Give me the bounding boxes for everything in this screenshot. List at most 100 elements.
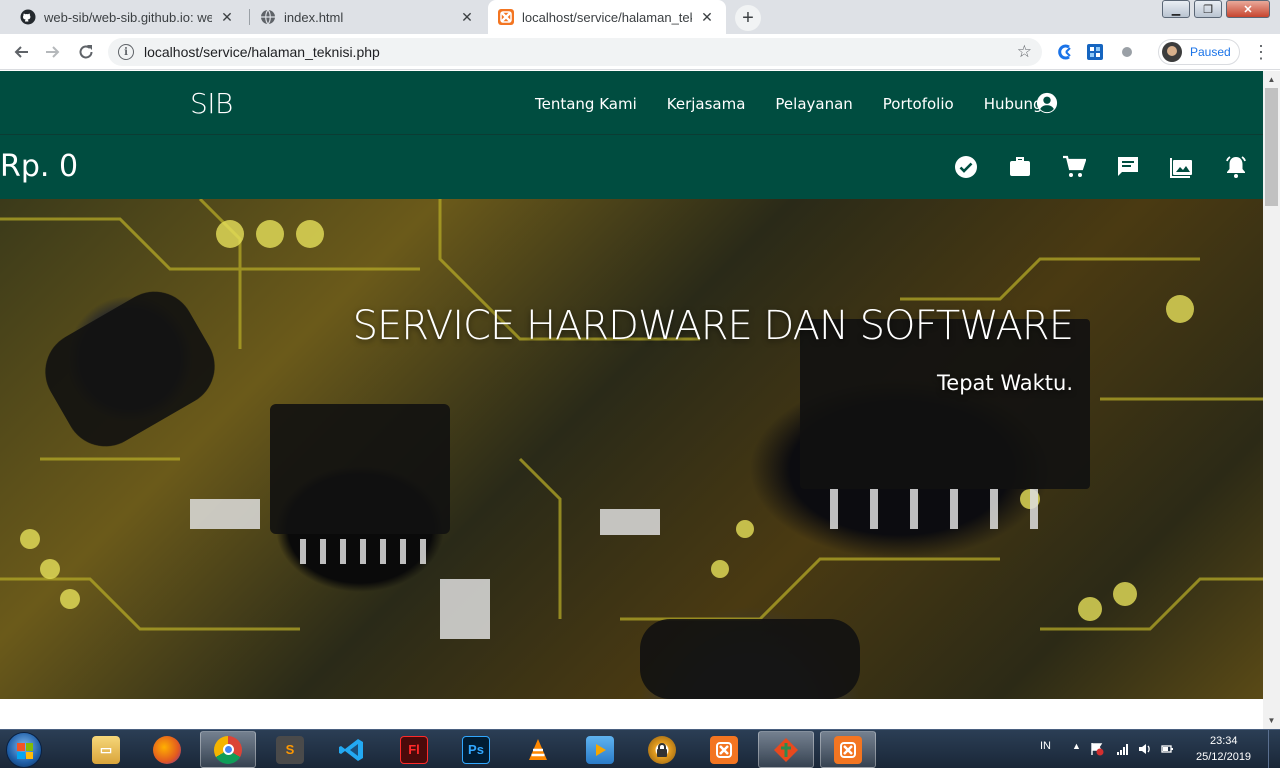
check-circle-icon[interactable] <box>954 155 978 179</box>
github-icon <box>20 9 36 25</box>
browser-tab-active[interactable]: localhost/service/halaman_teknis ✕ <box>488 0 726 34</box>
briefcase-icon[interactable] <box>1008 155 1032 179</box>
clock-time[interactable]: 23:34 <box>1210 735 1238 747</box>
bookmark-star-icon[interactable]: ☆ <box>1017 42 1032 62</box>
browser-tab-github[interactable]: web-sib/web-sib.github.io: websi ✕ <box>10 0 246 34</box>
show-desktop-button[interactable] <box>1268 730 1280 768</box>
chrome-icon <box>214 735 242 764</box>
account-circle-icon[interactable] <box>1036 92 1058 114</box>
scroll-down-arrow-icon[interactable]: ▼ <box>1263 712 1280 729</box>
alarm-bell-icon[interactable] <box>1224 155 1248 179</box>
scrollbar-thumb[interactable] <box>1265 88 1278 206</box>
show-hidden-icons-icon[interactable]: ▲ <box>1072 741 1081 751</box>
chat-icon[interactable] <box>1116 155 1140 179</box>
minimize-button[interactable]: ▁ <box>1162 0 1190 18</box>
back-arrow-icon <box>14 46 28 58</box>
site-info-icon[interactable]: i <box>118 44 134 60</box>
close-window-button[interactable]: ✕ <box>1226 0 1270 18</box>
nav-links: Tentang Kami Kerjasama Pelayanan Portofo… <box>535 95 1077 113</box>
nav-link-pelayanan[interactable]: Pelayanan <box>775 95 852 113</box>
xampp-icon <box>710 735 738 764</box>
hero-title: SERVICE HARDWARE DAN SOFTWARE <box>352 303 1074 349</box>
extension-grid-icon[interactable] <box>1086 43 1104 61</box>
cart-icon[interactable] <box>1062 155 1086 179</box>
xampp-icon <box>834 735 862 764</box>
tab-title: localhost/service/halaman_teknis <box>522 9 692 25</box>
hero-subtitle: Tepat Waktu. <box>937 371 1073 395</box>
action-center-flag-icon[interactable] <box>1090 742 1104 756</box>
reload-button[interactable] <box>75 41 97 63</box>
close-tab-icon[interactable]: ✕ <box>218 8 236 26</box>
globe-icon <box>260 9 276 25</box>
taskbar-vlc[interactable] <box>510 731 566 768</box>
taskbar-firefox[interactable] <box>139 731 195 768</box>
forward-arrow-icon <box>46 46 60 58</box>
profile-status: Paused <box>1190 45 1231 59</box>
taskbar-vscode[interactable] <box>324 731 380 768</box>
taskbar-sublime[interactable]: S <box>262 731 318 768</box>
nav-link-kerjasama[interactable]: Kerjasama <box>667 95 746 113</box>
brand-logo[interactable]: SIB <box>190 87 233 120</box>
language-indicator[interactable]: IN <box>1040 740 1051 752</box>
flash-icon: Fl <box>400 735 428 764</box>
browser-menu-icon[interactable]: ⋮ <box>1252 42 1270 62</box>
taskbar-keepass[interactable] <box>634 731 690 768</box>
taskbar-photoshop[interactable]: Ps <box>448 731 504 768</box>
back-button[interactable] <box>10 41 32 63</box>
taskbar-video-player[interactable] <box>572 731 628 768</box>
taskbar-explorer[interactable]: ▭ <box>78 731 134 768</box>
circuit-board-image <box>0 199 1263 699</box>
hero-banner: SERVICE HARDWARE DAN SOFTWARE Tepat Wakt… <box>0 199 1263 699</box>
network-signal-icon[interactable] <box>1116 742 1130 756</box>
start-button[interactable] <box>6 732 42 768</box>
extension-dot-icon[interactable] <box>1118 43 1136 61</box>
taskbar-xampp-2[interactable] <box>820 731 876 768</box>
xampp-icon <box>498 9 514 25</box>
git-icon <box>772 736 800 764</box>
page-viewport: SIB Tentang Kami Kerjasama Pelayanan Por… <box>0 71 1263 729</box>
sublime-icon: S <box>276 735 304 764</box>
close-tab-icon[interactable]: ✕ <box>458 8 476 26</box>
browser-tab-index[interactable]: index.html ✕ <box>250 0 486 34</box>
browser-tab-strip: web-sib/web-sib.github.io: websi ✕ index… <box>0 0 1280 34</box>
power-icon[interactable] <box>1160 742 1174 756</box>
firefox-icon <box>153 735 181 764</box>
nav-link-tentang-kami[interactable]: Tentang Kami <box>535 95 637 113</box>
taskbar-chrome[interactable] <box>200 731 256 768</box>
taskbar-xampp[interactable] <box>696 731 752 768</box>
vlc-icon <box>524 736 552 764</box>
maximize-button[interactable]: ❐ <box>1194 0 1222 18</box>
balance-amount: Rp. 0 <box>0 149 79 184</box>
address-bar[interactable]: i localhost/service/halaman_teknisi.php … <box>108 38 1042 66</box>
clock-date[interactable]: 25/12/2019 <box>1196 751 1251 763</box>
keepass-icon <box>648 735 676 764</box>
taskbar-flash[interactable]: Fl <box>386 731 442 768</box>
reload-icon <box>79 45 93 59</box>
windows-taskbar: ▭ S Fl Ps IN ▲ 23:34 25/12/2019 <box>0 729 1280 768</box>
video-player-icon <box>586 735 614 764</box>
profile-button[interactable]: Paused <box>1158 39 1240 65</box>
avatar <box>1162 42 1182 62</box>
tab-title: index.html <box>284 9 344 25</box>
url-text: localhost/service/halaman_teknisi.php <box>144 44 380 60</box>
vscode-icon <box>338 736 366 764</box>
photoshop-icon: Ps <box>462 735 490 764</box>
taskbar-git[interactable] <box>758 731 814 768</box>
new-tab-button[interactable]: + <box>735 5 761 31</box>
extension-c-icon[interactable] <box>1056 43 1074 61</box>
browser-toolbar: i localhost/service/halaman_teknisi.php … <box>0 34 1280 70</box>
nav-link-portofolio[interactable]: Portofolio <box>883 95 954 113</box>
windows-logo-icon <box>17 743 33 759</box>
system-tray: IN ▲ 23:34 25/12/2019 <box>1020 730 1280 768</box>
volume-icon[interactable] <box>1138 742 1152 756</box>
user-toolbar: Rp. 0 <box>0 135 1263 199</box>
explorer-icon: ▭ <box>92 735 120 764</box>
forward-button[interactable] <box>42 41 64 63</box>
close-tab-icon[interactable]: ✕ <box>698 8 716 26</box>
window-controls: ▁ ❐ ✕ <box>1162 0 1270 18</box>
site-navbar: SIB Tentang Kami Kerjasama Pelayanan Por… <box>0 71 1263 135</box>
tab-title: web-sib/web-sib.github.io: websi <box>44 9 212 25</box>
scroll-up-arrow-icon[interactable]: ▲ <box>1263 71 1280 88</box>
photos-icon[interactable] <box>1170 155 1194 179</box>
page-scrollbar[interactable]: ▲ ▼ <box>1263 71 1280 729</box>
